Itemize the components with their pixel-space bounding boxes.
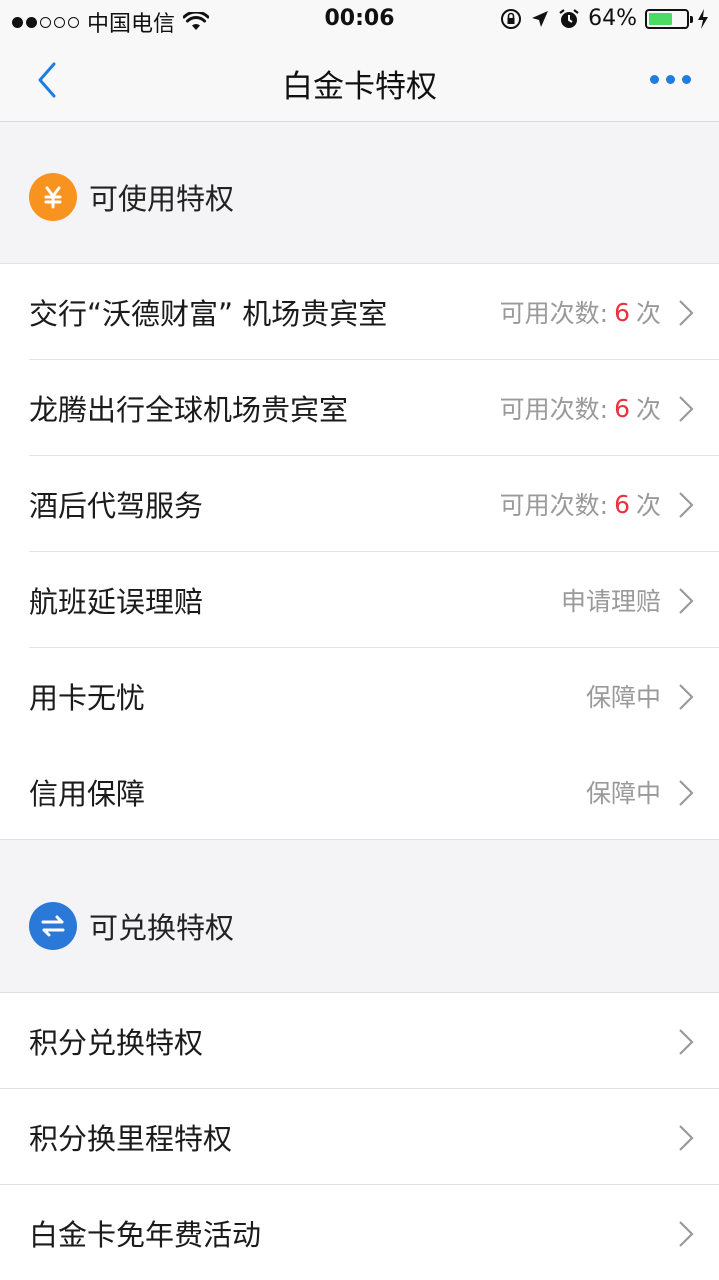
item-title: 用卡无忧: [29, 681, 146, 715]
chevron-right-icon: [679, 396, 694, 422]
chevron-right-icon: [679, 492, 694, 518]
section-header-usable: 可使用特权: [0, 130, 719, 264]
list-item[interactable]: 白金卡免年费活动: [0, 1185, 719, 1280]
list-item[interactable]: 用卡无忧 保障中: [0, 648, 719, 744]
chevron-right-icon: [679, 300, 694, 326]
status-suffix: 次: [635, 491, 661, 520]
list-item[interactable]: 酒后代驾服务 可用次数: 6 次: [0, 456, 719, 552]
item-status: 可用次数: 6 次: [500, 486, 661, 522]
remaining-count: 6: [614, 297, 630, 327]
location-arrow-icon: [532, 10, 549, 27]
status-bar: 中国电信 00:06 64%: [0, 0, 719, 40]
list-item[interactable]: 龙腾出行全球机场贵宾室 可用次数: 6 次: [0, 360, 719, 456]
chevron-right-icon: [679, 1029, 694, 1055]
status-prefix: 可用次数:: [499, 395, 609, 424]
item-title: 交行“沃德财富” 机场贵宾室: [29, 297, 388, 331]
chevron-right-icon: [679, 780, 694, 806]
status-suffix: 次: [635, 299, 661, 328]
item-status: 保障中: [585, 779, 661, 808]
list-item[interactable]: 积分换里程特权: [0, 1089, 719, 1185]
rotation-lock-icon: [501, 8, 522, 29]
item-status: 申请理赔: [560, 587, 661, 616]
status-prefix: 可用次数:: [499, 299, 609, 328]
list-item[interactable]: 航班延误理赔 申请理赔: [0, 552, 719, 648]
status-prefix: 可用次数:: [499, 491, 609, 520]
chevron-right-icon: [679, 684, 694, 710]
item-title: 积分兑换特权: [29, 1026, 204, 1060]
chevron-right-icon: [679, 1221, 694, 1247]
exchange-arrows-icon: [29, 901, 77, 950]
battery-icon: [645, 8, 693, 29]
charging-bolt-icon: [698, 8, 708, 29]
yuan-coin-icon: [29, 172, 77, 221]
more-dots-icon[interactable]: [650, 75, 691, 84]
item-status: 保障中: [585, 683, 661, 712]
status-suffix: 次: [635, 395, 661, 424]
item-title: 白金卡免年费活动: [29, 1218, 262, 1252]
usable-privileges-list: 交行“沃德财富” 机场贵宾室 可用次数: 6 次 龙腾出行全球机场贵宾室 可用次…: [0, 264, 719, 840]
list-item[interactable]: 信用保障 保障中: [0, 744, 719, 840]
item-title: 酒后代驾服务: [29, 489, 204, 523]
item-title: 积分换里程特权: [29, 1122, 233, 1156]
section-header-exchangeable: 可兑换特权: [0, 859, 719, 993]
item-title: 航班延误理赔: [29, 585, 204, 619]
battery-percent: 64%: [588, 6, 637, 31]
remaining-count: 6: [614, 489, 630, 519]
item-status: 可用次数: 6 次: [500, 390, 661, 426]
chevron-right-icon: [679, 588, 694, 614]
list-item[interactable]: 积分兑换特权: [0, 993, 719, 1089]
alarm-clock-icon: [559, 8, 579, 28]
section-title: 可兑换特权: [89, 910, 235, 945]
list-item[interactable]: 交行“沃德财富” 机场贵宾室 可用次数: 6 次: [0, 264, 719, 360]
remaining-count: 6: [614, 393, 630, 423]
chevron-right-icon: [679, 1125, 694, 1151]
item-title: 信用保障: [29, 777, 146, 811]
item-title: 龙腾出行全球机场贵宾室: [29, 393, 349, 427]
section-title: 可使用特权: [89, 181, 235, 216]
item-status: 可用次数: 6 次: [500, 294, 661, 330]
page-title: 白金卡特权: [282, 69, 437, 105]
navigation-bar: 白金卡特权: [0, 40, 719, 122]
exchangeable-privileges-list: 积分兑换特权 积分换里程特权 白金卡免年费活动: [0, 993, 719, 1280]
